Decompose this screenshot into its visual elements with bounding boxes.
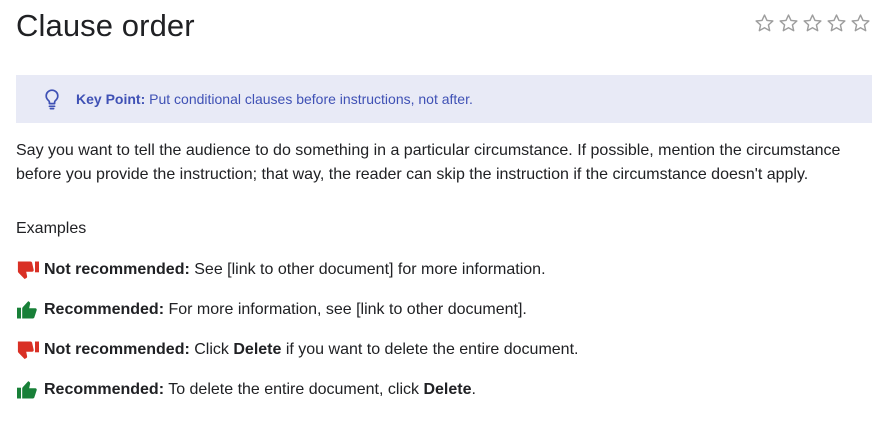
example-label: Recommended: bbox=[44, 381, 165, 398]
example-not-recommended-2: Not recommended: Click Delete if you wan… bbox=[16, 338, 578, 362]
key-point-message: Put conditional clauses before instructi… bbox=[145, 91, 473, 107]
key-point-text: Key Point: Put conditional clauses befor… bbox=[76, 91, 473, 107]
example-ui-term: Delete bbox=[233, 341, 282, 358]
example-ui-term: Delete bbox=[423, 381, 472, 398]
body-paragraph: Say you want to tell the audience to do … bbox=[16, 142, 841, 183]
thumbs-up-icon bbox=[17, 301, 37, 319]
star-3-icon[interactable] bbox=[801, 12, 824, 35]
star-4-icon[interactable] bbox=[825, 12, 848, 35]
example-text: For more information, see [link to other… bbox=[164, 301, 527, 318]
star-2-icon[interactable] bbox=[777, 12, 800, 35]
example-text: See [link to other document] for more in… bbox=[189, 261, 546, 278]
thumbs-up-icon bbox=[17, 381, 37, 399]
example-not-recommended-1: Not recommended: See [link to other docu… bbox=[16, 258, 546, 282]
example-text-before: Click bbox=[189, 341, 234, 358]
star-1-icon[interactable] bbox=[753, 12, 776, 35]
star-5-icon[interactable] bbox=[849, 12, 872, 35]
thumbs-down-icon bbox=[16, 261, 39, 279]
example-label: Recommended: bbox=[44, 301, 165, 318]
example-label: Not recommended: bbox=[44, 341, 190, 358]
thumbs-down-icon bbox=[16, 341, 39, 359]
example-text-after: if you want to delete the entire documen… bbox=[281, 341, 579, 358]
key-point-label: Key Point: bbox=[76, 91, 146, 107]
examples-heading: Examples bbox=[16, 220, 87, 237]
example-text-before: To delete the entire document, click bbox=[164, 381, 424, 398]
example-text-after: . bbox=[471, 381, 476, 398]
lightbulb-icon bbox=[45, 89, 59, 110]
key-point-callout: Key Point: Put conditional clauses befor… bbox=[16, 75, 872, 123]
example-recommended-1: Recommended: For more information, see [… bbox=[16, 298, 527, 322]
example-recommended-2: Recommended: To delete the entire docume… bbox=[16, 378, 476, 402]
page-title: Clause order bbox=[16, 8, 195, 43]
example-label: Not recommended: bbox=[44, 261, 190, 278]
star-rating[interactable] bbox=[753, 12, 872, 35]
